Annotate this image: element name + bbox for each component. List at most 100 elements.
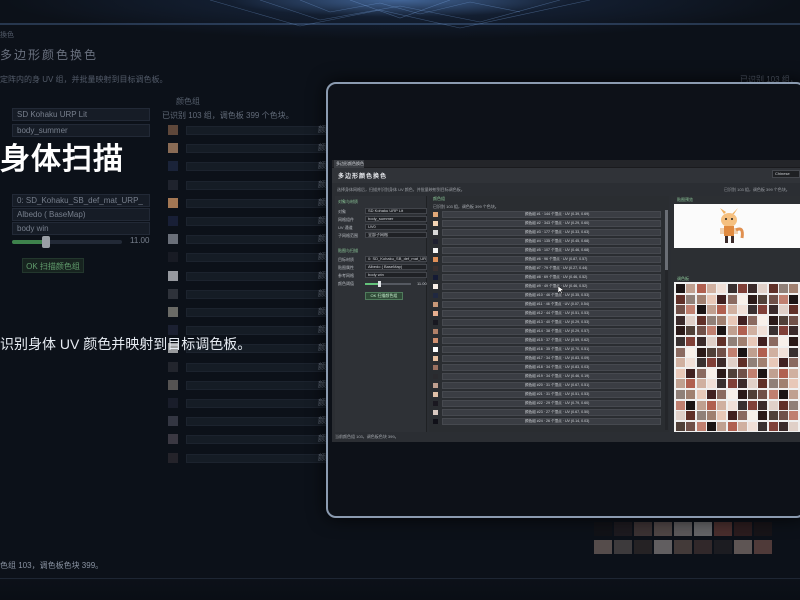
palette-cell[interactable] [779, 368, 788, 378]
palette-cell[interactable] [717, 305, 727, 315]
bg-tab[interactable]: 換色 [0, 30, 14, 40]
color-group-row[interactable]: 颜色组 #24 · 26 个顶点 · UV (0.14, 0.03) [433, 418, 661, 425]
palette-cell[interactable] [727, 411, 737, 421]
palette-cell[interactable] [737, 368, 747, 378]
palette-cell[interactable] [737, 284, 747, 293]
palette-cell[interactable] [768, 326, 778, 336]
color-swatch[interactable] [433, 293, 438, 298]
palette-cell[interactable] [727, 368, 737, 378]
bg-shader-field[interactable]: SD Kohaku URP Lit [12, 108, 150, 121]
palette-cell[interactable] [737, 358, 747, 368]
palette-cell[interactable] [779, 347, 788, 357]
color-swatch[interactable] [433, 356, 438, 361]
color-swatch[interactable] [433, 329, 438, 334]
color-swatch[interactable] [433, 419, 438, 424]
palette-cell[interactable] [717, 411, 727, 421]
palette-cell[interactable] [717, 315, 727, 325]
color-swatch[interactable] [433, 383, 438, 388]
palette-cell[interactable] [686, 284, 696, 293]
palette-cell[interactable] [706, 305, 716, 315]
palette-cell[interactable] [676, 315, 685, 325]
palette-cell[interactable] [768, 421, 778, 431]
color-swatch[interactable] [433, 284, 438, 289]
palette-cell[interactable] [779, 379, 788, 389]
color-group-row[interactable]: 颜色组 #9 · 49 个顶点 · UV (0.46, 0.52) [433, 283, 661, 290]
palette-cell[interactable] [706, 337, 716, 346]
palette-cell[interactable] [696, 294, 706, 304]
palette-cell[interactable] [779, 284, 788, 293]
palette-cell[interactable] [789, 315, 799, 325]
color-group-row[interactable]: 颜色组 #1 · 144 个顶点 · UV (0.39, 0.69) [433, 211, 661, 218]
palette-cell[interactable] [727, 294, 737, 304]
palette-cell[interactable] [676, 326, 685, 336]
palette-cell[interactable] [706, 347, 716, 357]
color-swatch[interactable] [433, 239, 438, 244]
palette-cell[interactable] [727, 326, 737, 336]
color-swatch[interactable] [433, 374, 438, 379]
palette-cell[interactable] [717, 347, 727, 357]
bg-material-field[interactable]: 0: SD_Kohaku_SB_def_mat_URP_ [12, 194, 150, 207]
palette-cell[interactable] [727, 337, 737, 346]
palette-cell[interactable] [768, 347, 778, 357]
palette-cell[interactable] [696, 358, 706, 368]
palette-cell[interactable] [789, 326, 799, 336]
palette-cell[interactable] [706, 400, 716, 410]
palette-cell[interactable] [768, 305, 778, 315]
color-group-row[interactable]: 颜色组 #19 · 34 个顶点 · UV (0.46, 0.19) [433, 373, 661, 380]
color-group-row[interactable]: 颜色组 #11 · 46 个顶点 · UV (0.07, 0.54) [433, 301, 661, 308]
palette-cell[interactable] [717, 326, 727, 336]
color-swatch[interactable] [433, 410, 438, 415]
palette-cell[interactable] [706, 326, 716, 336]
palette-cell[interactable] [737, 315, 747, 325]
palette-cell[interactable] [789, 305, 799, 315]
language-dropdown[interactable]: Chinese [772, 170, 800, 178]
palette-cell[interactable] [696, 337, 706, 346]
color-group-row[interactable]: 颜色组 #2 · 343 个顶点 · UV (0.29, 0.60) [433, 220, 661, 227]
palette-cell[interactable] [768, 337, 778, 346]
palette-cell[interactable] [779, 400, 788, 410]
shader-field[interactable]: SD Kohaku URP Lit [365, 208, 427, 214]
palette-cell[interactable] [686, 305, 696, 315]
palette-cell[interactable] [748, 326, 758, 336]
color-swatch[interactable] [433, 401, 438, 406]
palette-cell[interactable] [789, 347, 799, 357]
palette-cell[interactable] [696, 284, 706, 293]
palette-cell[interactable] [696, 305, 706, 315]
palette-cell[interactable] [706, 379, 716, 389]
palette-cell[interactable] [768, 390, 778, 399]
palette-cell[interactable] [768, 368, 778, 378]
color-swatch[interactable] [433, 248, 438, 253]
uv-field[interactable]: UV0 [365, 224, 427, 230]
palette-cell[interactable] [727, 315, 737, 325]
palette-cell[interactable] [717, 379, 727, 389]
palette-cell[interactable] [676, 347, 685, 357]
color-group-row[interactable]: 颜色组 #4 · 135 个顶点 · UV (0.45, 0.68) [433, 238, 661, 245]
palette-cell[interactable] [758, 305, 768, 315]
palette-cell[interactable] [748, 400, 758, 410]
bg-slider-knob[interactable] [42, 236, 50, 248]
threshold-slider[interactable] [365, 281, 411, 287]
palette-cell[interactable] [676, 305, 685, 315]
palette-cell[interactable] [768, 411, 778, 421]
palette-cell[interactable] [789, 368, 799, 378]
color-group-row[interactable]: 颜色组 #7 · 79 个顶点 · UV (0.27, 0.44) [433, 265, 661, 272]
palette-cell[interactable] [686, 326, 696, 336]
color-group-row[interactable]: 颜色组 #14 · 38 个顶点 · UV (0.29, 0.57) [433, 328, 661, 335]
palette-cell[interactable] [676, 284, 685, 293]
palette-cell[interactable] [696, 421, 706, 431]
palette-cell[interactable] [686, 421, 696, 431]
palette-cell[interactable] [706, 421, 716, 431]
palette-cell[interactable] [686, 337, 696, 346]
palette-cell[interactable] [727, 421, 737, 431]
palette-cell[interactable] [676, 294, 685, 304]
palette-cell[interactable] [686, 400, 696, 410]
palette-cell[interactable] [779, 326, 788, 336]
palette-cell[interactable] [789, 400, 799, 410]
palette-cell[interactable] [758, 284, 768, 293]
color-swatch[interactable] [433, 338, 438, 343]
palette-cell[interactable] [748, 390, 758, 399]
color-swatch[interactable] [433, 266, 438, 271]
palette-cell[interactable] [748, 421, 758, 431]
palette-cell[interactable] [696, 315, 706, 325]
palette-cell[interactable] [717, 421, 727, 431]
